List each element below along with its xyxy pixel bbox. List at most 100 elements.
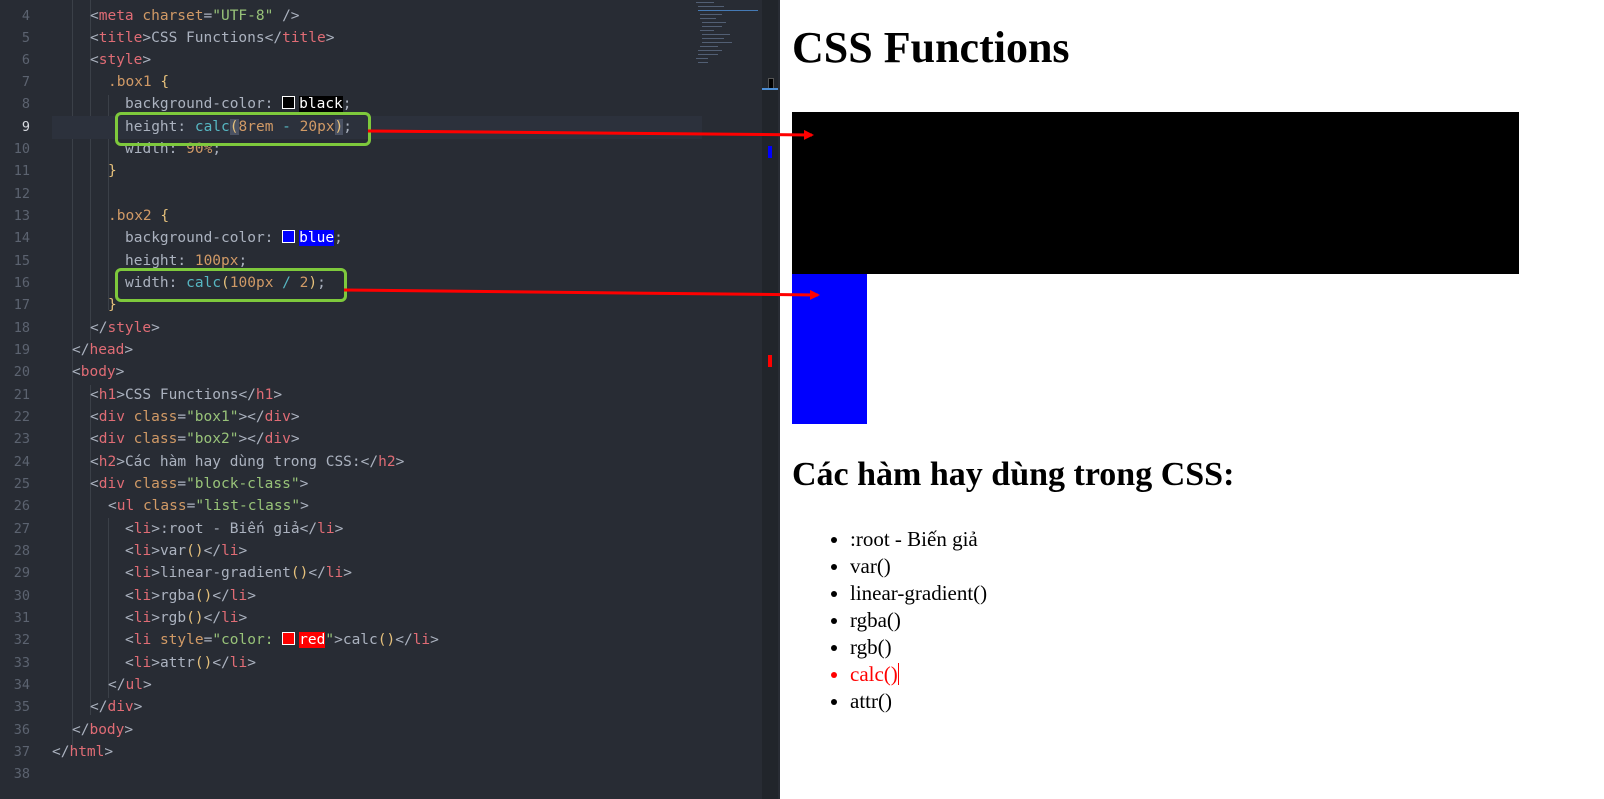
editor-scrollbar[interactable]	[762, 0, 778, 799]
section-heading: Các hàm hay dùng trong CSS:	[792, 456, 1235, 493]
minimap-line	[702, 38, 724, 39]
color-swatch-icon	[282, 230, 296, 243]
minimap-line	[702, 34, 730, 35]
line-number: 25	[13, 476, 30, 492]
line-number: 19	[13, 342, 30, 358]
scrollbar-marker	[768, 355, 772, 367]
annotation-box-width-calc	[115, 268, 347, 302]
code-line: <meta charset="UTF-8" />	[90, 8, 300, 24]
line-number: 21	[13, 387, 30, 403]
code-line: </head>	[72, 342, 134, 358]
code-line: .box1 {	[108, 74, 170, 90]
line-number: 34	[13, 677, 30, 693]
minimap[interactable]	[692, 0, 762, 70]
minimap-line	[698, 50, 722, 51]
list-item: rgb()	[850, 634, 987, 661]
function-list: :root - Biến giả var() linear-gradient()…	[792, 526, 987, 715]
minimap-line	[698, 6, 724, 7]
list-item-label: rgba()	[850, 608, 901, 632]
indent-guide	[108, 518, 109, 698]
list-item-label: attr()	[850, 689, 892, 713]
line-number: 30	[13, 588, 30, 604]
line-number-gutter: 4 5 6 7 8 9 10 11 12 13 14 15 16 17 18 1…	[0, 0, 38, 799]
code-line: <li>linear-gradient()</li>	[125, 565, 353, 581]
line-number: 38	[13, 766, 30, 782]
code-line: </body>	[72, 722, 134, 738]
line-number: 14	[13, 230, 30, 246]
box2	[792, 274, 867, 424]
page-title: CSS Functions	[792, 23, 1070, 72]
list-item: var()	[850, 553, 987, 580]
line-number: 5	[21, 30, 30, 46]
browser-preview[interactable]: CSS Functions Các hàm hay dùng trong CSS…	[780, 0, 1604, 799]
line-number: 20	[13, 364, 30, 380]
code-line: <div class="block-class">	[90, 476, 309, 492]
minimap-line	[700, 46, 718, 47]
code-line: </ul>	[108, 677, 152, 693]
code-line: <div class="box1"></div>	[90, 409, 300, 425]
minimap-line	[702, 22, 726, 23]
line-number: 6	[21, 52, 30, 68]
list-item: :root - Biến giả	[850, 526, 987, 553]
minimap-line	[700, 14, 722, 15]
code-line: <li>rgb()</li>	[125, 610, 248, 626]
code-line: <li>:root - Biến giả</li>	[125, 521, 344, 537]
code-line: <h2>Các hàm hay dùng trong CSS:</h2>	[90, 454, 405, 470]
line-number: 29	[13, 565, 30, 581]
code-line: <li>rgba()</li>	[125, 588, 256, 604]
line-number: 10	[13, 141, 30, 157]
minimap-line	[698, 62, 708, 63]
list-item-label: :root - Biến giả	[850, 527, 978, 551]
line-number: 36	[13, 722, 30, 738]
color-swatch-icon	[282, 632, 296, 645]
line-number: 23	[13, 431, 30, 447]
scrollbar-marker	[762, 88, 778, 90]
list-item-highlighted: calc()	[850, 661, 987, 688]
list-item: rgba()	[850, 607, 987, 634]
color-swatch-icon	[282, 96, 296, 109]
code-line: <title>CSS Functions</title>	[90, 30, 335, 46]
code-line: </html>	[52, 744, 114, 760]
line-number: 13	[13, 208, 30, 224]
scrollbar-marker	[768, 146, 772, 158]
line-number: 31	[13, 610, 30, 626]
list-item-label: var()	[850, 554, 891, 578]
line-number: 32	[13, 632, 30, 648]
list-item-label: rgb()	[850, 635, 892, 659]
minimap-line	[696, 58, 708, 59]
list-item: linear-gradient()	[850, 580, 987, 607]
minimap-line	[702, 42, 732, 43]
minimap-line	[702, 26, 722, 27]
code-line: <div class="box2"></div>	[90, 431, 300, 447]
line-number: 7	[21, 74, 30, 90]
code-line: <style>	[90, 52, 152, 68]
code-line: .box2 {	[108, 208, 170, 224]
code-line: <body>	[72, 364, 125, 380]
line-number: 35	[13, 699, 30, 715]
line-number: 24	[13, 454, 30, 470]
code-line: <ul class="list-class">	[108, 498, 309, 514]
code-editor[interactable]: 4 5 6 7 8 9 10 11 12 13 14 15 16 17 18 1…	[0, 0, 800, 799]
line-number: 22	[13, 409, 30, 425]
code-line: background-color: blue;	[125, 230, 343, 246]
line-number: 28	[13, 543, 30, 559]
code-line: </style>	[90, 320, 160, 336]
code-line: </div>	[90, 699, 143, 715]
code-line: <h1>CSS Functions</h1>	[90, 387, 283, 403]
code-line: <li>var()</li>	[125, 543, 248, 559]
line-number-current: 9	[21, 119, 30, 135]
minimap-line	[700, 18, 716, 19]
line-number: 33	[13, 655, 30, 671]
list-item-label: linear-gradient()	[850, 581, 988, 605]
line-number: 12	[13, 186, 30, 202]
annotation-box-height-calc	[115, 112, 371, 146]
minimap-line	[698, 10, 758, 11]
code-line: <li style="color: red">calc()</li>	[125, 632, 439, 648]
line-number: 17	[13, 297, 30, 313]
minimap-line	[698, 54, 718, 55]
box1	[792, 112, 1519, 274]
line-number: 11	[13, 163, 30, 179]
text-cursor	[897, 663, 899, 685]
minimap-line	[696, 2, 714, 3]
line-number: 26	[13, 498, 30, 514]
